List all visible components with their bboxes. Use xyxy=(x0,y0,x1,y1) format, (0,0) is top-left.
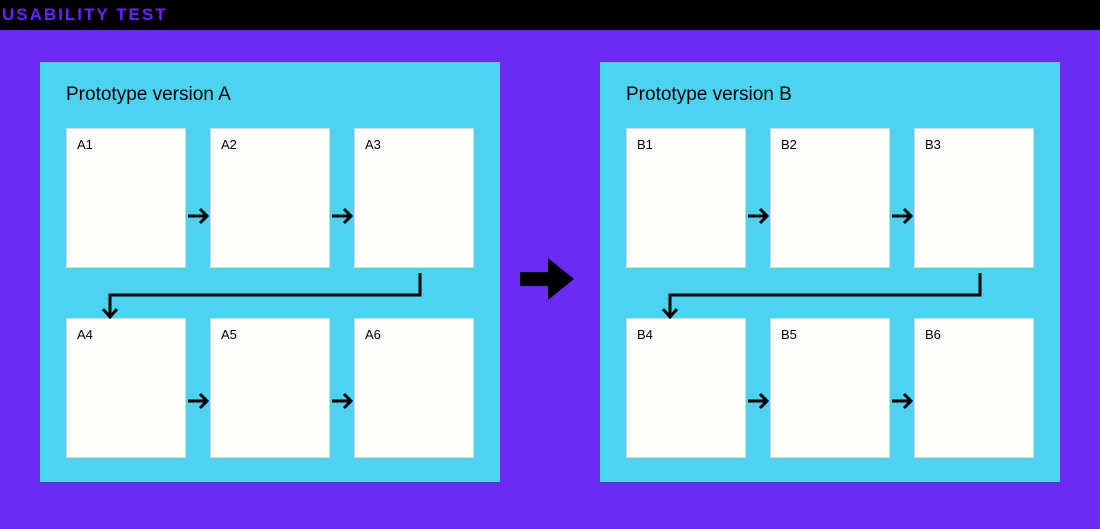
header-title: USABILITY TEST xyxy=(2,5,168,25)
screen-a5: A5 xyxy=(210,318,330,458)
prototype-panel-a: Prototype version A A1 A2 A3 A4 A5 A6 xyxy=(40,62,500,482)
screen-b1: B1 xyxy=(626,128,746,268)
screen-b3: B3 xyxy=(914,128,1034,268)
panel-b-title: Prototype version B xyxy=(626,84,1034,106)
arrow-right-icon xyxy=(890,203,916,229)
arrow-right-icon xyxy=(746,388,772,414)
arrow-right-icon xyxy=(890,388,916,414)
panel-a-title: Prototype version A xyxy=(66,84,474,106)
compare-arrow-icon xyxy=(520,258,574,300)
screen-a1: A1 xyxy=(66,128,186,268)
arrow-right-icon xyxy=(186,388,212,414)
diagram-stage: Prototype version A A1 A2 A3 A4 A5 A6 xyxy=(0,30,1100,529)
screen-a6: A6 xyxy=(354,318,474,458)
screen-a4: A4 xyxy=(66,318,186,458)
panel-a-grid: A1 A2 A3 A4 A5 A6 xyxy=(66,128,474,458)
screen-b2: B2 xyxy=(770,128,890,268)
arrow-right-icon xyxy=(330,203,356,229)
arrow-right-icon xyxy=(746,203,772,229)
panel-b-grid: B1 B2 B3 B4 B5 B6 xyxy=(626,128,1034,458)
screen-a3: A3 xyxy=(354,128,474,268)
arrow-right-icon xyxy=(330,388,356,414)
flow-connector-icon xyxy=(660,273,1000,325)
screen-b5: B5 xyxy=(770,318,890,458)
flow-connector-icon xyxy=(100,273,440,325)
screen-b6: B6 xyxy=(914,318,1034,458)
screen-a2: A2 xyxy=(210,128,330,268)
prototype-panel-b: Prototype version B B1 B2 B3 B4 B5 B6 xyxy=(600,62,1060,482)
arrow-right-icon xyxy=(186,203,212,229)
screen-b4: B4 xyxy=(626,318,746,458)
header-bar: USABILITY TEST xyxy=(0,0,1100,30)
